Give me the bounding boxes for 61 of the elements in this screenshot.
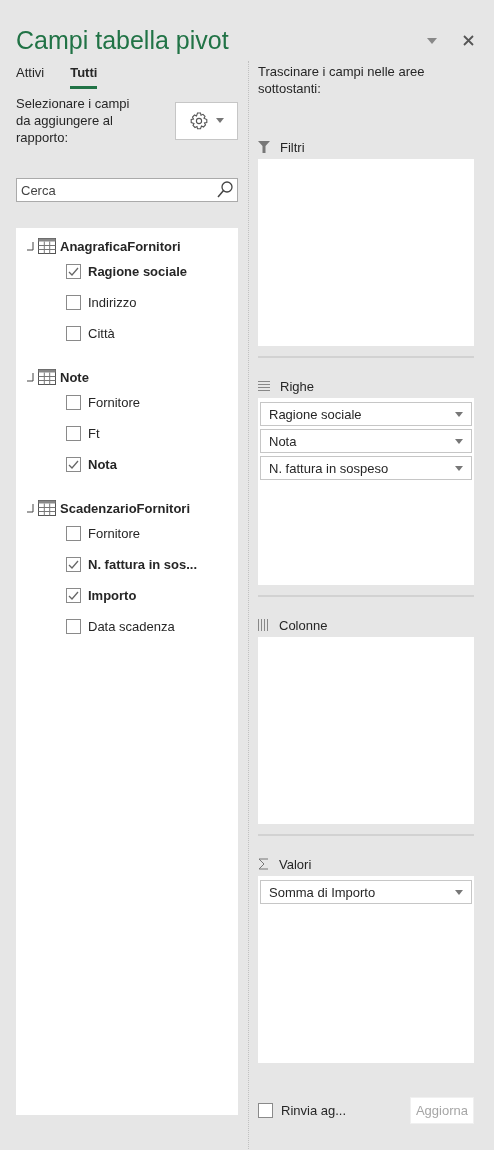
drop-area[interactable]: Ragione sociale Nota N. fattura in sospeso (258, 398, 474, 585)
columns-icon (258, 619, 269, 631)
area-label: Filtri (280, 139, 305, 155)
field-label[interactable]: Fornitore (88, 395, 141, 410)
drop-area[interactable]: Somma di Importo (258, 876, 474, 1063)
search-field[interactable]: Cerca (16, 178, 238, 202)
tab[interactable]: Tutti (70, 61, 98, 89)
area-field[interactable]: Somma di Importo (260, 880, 472, 904)
caret-icon (455, 889, 463, 895)
collapse-icon[interactable] (26, 372, 34, 382)
checkbox[interactable] (66, 426, 81, 441)
checkbox[interactable] (66, 619, 81, 634)
area-label: Colonne (279, 617, 328, 633)
field-label[interactable]: Ragione sociale (88, 264, 187, 279)
defer-label[interactable]: Rinvia ag... (281, 1103, 347, 1118)
area-field[interactable]: Ragione sociale (260, 402, 472, 426)
table-icon (38, 500, 56, 516)
checkbox[interactable] (66, 457, 81, 472)
checkbox[interactable] (66, 264, 81, 279)
area-label: Righe (280, 378, 314, 394)
tab[interactable]: Attivi (16, 61, 45, 89)
field-label[interactable]: Fornitore (88, 526, 141, 541)
area-label: Valori (279, 856, 312, 872)
search-icon (217, 181, 233, 198)
field-label[interactable]: Importo (88, 588, 137, 603)
collapse-icon[interactable] (26, 503, 34, 513)
checkbox[interactable] (66, 326, 81, 341)
pane-title: Campi tabella pivot (16, 26, 229, 55)
checkbox[interactable] (66, 526, 81, 541)
tools-button[interactable] (175, 101, 238, 140)
caret-icon (215, 118, 224, 123)
caret-icon (455, 465, 463, 471)
dropdown-icon[interactable] (427, 37, 437, 44)
collapse-icon[interactable] (26, 241, 34, 251)
checkbox[interactable] (66, 588, 81, 603)
area-field[interactable]: N. fattura in sospeso (260, 456, 472, 480)
area-field[interactable]: Nota (260, 429, 472, 453)
rows-icon (258, 381, 270, 391)
close-icon[interactable] (463, 35, 474, 46)
checkbox[interactable] (258, 1103, 273, 1118)
caret-icon (455, 438, 463, 444)
field-label[interactable]: Nota (88, 457, 117, 472)
table-name[interactable]: ScadenzarioFornitori (60, 500, 191, 516)
areas-hint: Trascinare i campi nelle aree sottostanti: (258, 63, 426, 98)
table-icon (38, 369, 56, 385)
sigma-icon (258, 858, 269, 870)
checkbox[interactable] (66, 295, 81, 310)
field-label[interactable]: Città (88, 326, 115, 341)
table-icon (38, 238, 56, 254)
field-label[interactable]: N. fattura in sos... (88, 557, 198, 572)
field-label[interactable]: Data scadenza (88, 619, 175, 634)
instructions-text: Selezionare i campi da aggiungere al rapporto: (16, 95, 131, 146)
checkbox[interactable] (66, 395, 81, 410)
gear-icon (189, 111, 208, 130)
caret-icon (455, 411, 463, 417)
field-label[interactable]: Ft (88, 426, 100, 441)
table-name[interactable]: AnagraficaFornitori (60, 238, 181, 254)
checkbox[interactable] (66, 557, 81, 572)
filter-icon (258, 141, 270, 153)
table-name[interactable]: Note (60, 369, 89, 385)
field-label[interactable]: Indirizzo (88, 295, 137, 310)
